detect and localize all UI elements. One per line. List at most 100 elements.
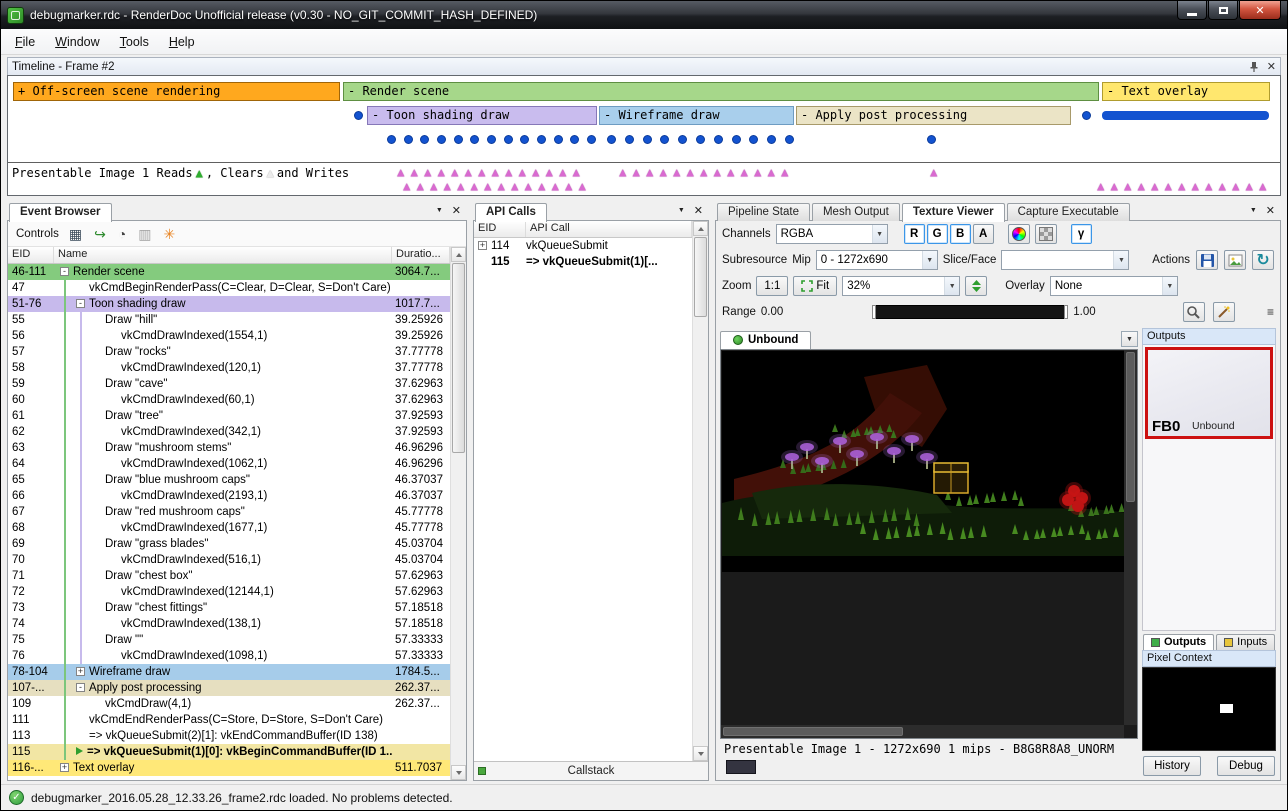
flip-y-button[interactable] (965, 276, 987, 296)
range-handle-min[interactable] (872, 305, 876, 319)
menu-help[interactable]: Help (159, 31, 205, 53)
texture-tab-dropdown[interactable]: ▼ (1121, 331, 1138, 347)
texture-viewport[interactable] (720, 349, 1138, 739)
event-row[interactable]: 113=> vkQueueSubmit(2)[1]: vkEndCommandB… (8, 728, 450, 744)
panel-menu-icon[interactable]: ▼ (678, 207, 685, 214)
event-row[interactable]: 73Draw "chest fittings"57.18518 (8, 600, 450, 616)
toolbar-overflow-icon[interactable]: ≡ (1267, 305, 1274, 319)
panel-menu-icon[interactable]: ▼ (436, 207, 443, 214)
event-row[interactable]: 71Draw "chest box"57.62963 (8, 568, 450, 584)
scroll-up-icon[interactable] (693, 221, 708, 236)
event-row[interactable]: 46-111-Render scene3064.7... (8, 264, 450, 280)
channel-r-button[interactable]: R (904, 224, 925, 244)
timeline-body[interactable]: + Off-screen scene rendering - Render sc… (7, 75, 1281, 196)
tree-expander-icon[interactable]: - (60, 267, 69, 276)
event-row[interactable]: 78-104+Wireframe draw1784.5... (8, 664, 450, 680)
tree-expander-icon[interactable]: - (76, 299, 85, 308)
menu-tools[interactable]: Tools (110, 31, 159, 53)
event-row[interactable]: 60vkCmdDrawIndexed(60,1)37.62963 (8, 392, 450, 408)
timeline-marker-wireframe[interactable]: - Wireframe draw (599, 106, 794, 125)
timeline-marker-render[interactable]: - Render scene (343, 82, 1099, 101)
zoom-1-1-button[interactable]: 1:1 (756, 276, 788, 296)
channel-a-button[interactable]: A (973, 224, 994, 244)
tab-api-calls[interactable]: API Calls (475, 203, 547, 222)
tree-expander-icon[interactable]: - (76, 683, 85, 692)
event-row[interactable]: 107-...-Apply post processing262.37... (8, 680, 450, 696)
event-row[interactable]: 70vkCmdDrawIndexed(516,1)45.03704 (8, 552, 450, 568)
channel-g-button[interactable]: G (927, 224, 948, 244)
scrollbar-thumb[interactable] (694, 237, 707, 317)
menu-window[interactable]: Window (45, 31, 109, 53)
event-row[interactable]: 58vkCmdDrawIndexed(120,1)37.77778 (8, 360, 450, 376)
tab-outputs[interactable]: Outputs (1143, 634, 1214, 650)
debug-button[interactable]: Debug (1217, 756, 1275, 776)
event-row[interactable]: 72vkCmdDrawIndexed(12144,1)57.62963 (8, 584, 450, 600)
tab-event-browser[interactable]: Event Browser (9, 203, 112, 222)
column-eid[interactable]: EID (474, 221, 526, 237)
callstack-section[interactable]: Callstack (474, 761, 708, 780)
scroll-down-icon[interactable] (451, 765, 466, 780)
event-row[interactable]: 56vkCmdDrawIndexed(1554,1)39.25926 (8, 328, 450, 344)
event-row[interactable]: 76vkCmdDrawIndexed(1098,1)57.33333 (8, 648, 450, 664)
browse-icon[interactable]: ▦ (69, 227, 82, 241)
column-name[interactable]: Name (54, 247, 392, 263)
event-row[interactable]: 68vkCmdDrawIndexed(1677,1)45.77778 (8, 520, 450, 536)
scrollbar-thumb[interactable] (452, 263, 465, 453)
event-row[interactable]: 116-...+Text overlay511.7037 (8, 760, 450, 776)
api-call-row[interactable]: 115=> vkQueueSubmit(1)[... (474, 254, 692, 270)
event-browser-scrollbar[interactable] (450, 247, 466, 780)
scroll-down-icon[interactable] (693, 746, 708, 761)
panel-menu-icon[interactable]: ▼ (1250, 207, 1257, 214)
save-button[interactable] (1196, 250, 1218, 270)
overlay-combo[interactable]: None ▼ (1050, 276, 1178, 296)
texture-image[interactable] (722, 351, 1127, 572)
scroll-up-icon[interactable] (451, 247, 466, 262)
tree-expander-icon[interactable]: + (60, 763, 69, 772)
pixel-context-view[interactable] (1142, 667, 1276, 751)
alpha-checker-button[interactable] (1035, 224, 1057, 244)
event-row[interactable]: 59Draw "cave"37.62963 (8, 376, 450, 392)
slice-combo[interactable]: ▼ (1001, 250, 1129, 270)
event-row[interactable]: 51-76-Toon shading draw1017.7... (8, 296, 450, 312)
tab-capture-executable[interactable]: Capture Executable (1007, 203, 1130, 221)
event-row[interactable]: 62vkCmdDrawIndexed(342,1)37.92593 (8, 424, 450, 440)
event-row[interactable]: 61Draw "tree"37.92593 (8, 408, 450, 424)
event-row[interactable]: 66vkCmdDrawIndexed(2193,1)46.37037 (8, 488, 450, 504)
event-row[interactable]: 63Draw "mushroom stems"46.96296 (8, 440, 450, 456)
tab-pipeline-state[interactable]: Pipeline State (717, 203, 810, 221)
api-call-row[interactable]: +114vkQueueSubmit (474, 238, 692, 254)
tab-texture-viewer[interactable]: Texture Viewer (902, 203, 1005, 222)
range-slider[interactable] (872, 305, 1068, 319)
gamma-button[interactable]: γ (1071, 224, 1092, 244)
tab-mesh-output[interactable]: Mesh Output (812, 203, 900, 221)
event-row[interactable]: 65Draw "blue mushroom caps"46.37037 (8, 472, 450, 488)
tab-unbound[interactable]: Unbound (720, 331, 811, 350)
timeline-marker-toon[interactable]: - Toon shading draw (367, 106, 597, 125)
event-row[interactable]: 47vkCmdBeginRenderPass(C=Clear, D=Clear,… (8, 280, 450, 296)
tree-expander-icon[interactable]: + (76, 667, 85, 676)
event-row[interactable]: 57Draw "rocks"37.77778 (8, 344, 450, 360)
channel-b-button[interactable]: B (950, 224, 971, 244)
color-wheel-button[interactable] (1008, 224, 1030, 244)
maximize-button[interactable] (1208, 1, 1238, 20)
panel-close-icon[interactable]: ✕ (1266, 204, 1275, 217)
timeline-marker-text-overlay[interactable]: - Text overlay (1102, 82, 1270, 101)
export-image-button[interactable] (1224, 250, 1246, 270)
event-row[interactable]: 69Draw "grass blades"45.03704 (8, 536, 450, 552)
panel-close-icon[interactable]: ✕ (694, 204, 703, 217)
history-button[interactable]: History (1143, 756, 1201, 776)
panel-close-icon[interactable]: ✕ (452, 204, 461, 217)
close-button[interactable]: ✕ (1239, 1, 1281, 20)
fb0-thumbnail[interactable]: FB0 Unbound (1145, 347, 1273, 439)
event-row[interactable]: 64vkCmdDrawIndexed(1062,1)46.96296 (8, 456, 450, 472)
minimize-button[interactable] (1177, 1, 1207, 20)
range-handle-max[interactable] (1064, 305, 1068, 319)
autofit-button[interactable] (1213, 302, 1235, 322)
event-row[interactable]: 109vkCmdDraw(4,1)262.37... (8, 696, 450, 712)
timeline-marker-post[interactable]: - Apply post processing (796, 106, 1071, 125)
texture-hscrollbar[interactable] (721, 725, 1124, 738)
texture-vscrollbar[interactable] (1124, 350, 1137, 725)
event-row[interactable]: 75Draw ""57.33333 (8, 632, 450, 648)
event-row[interactable]: 55Draw "hill"39.25926 (8, 312, 450, 328)
time-durations-icon[interactable]: ◔ (118, 227, 126, 241)
